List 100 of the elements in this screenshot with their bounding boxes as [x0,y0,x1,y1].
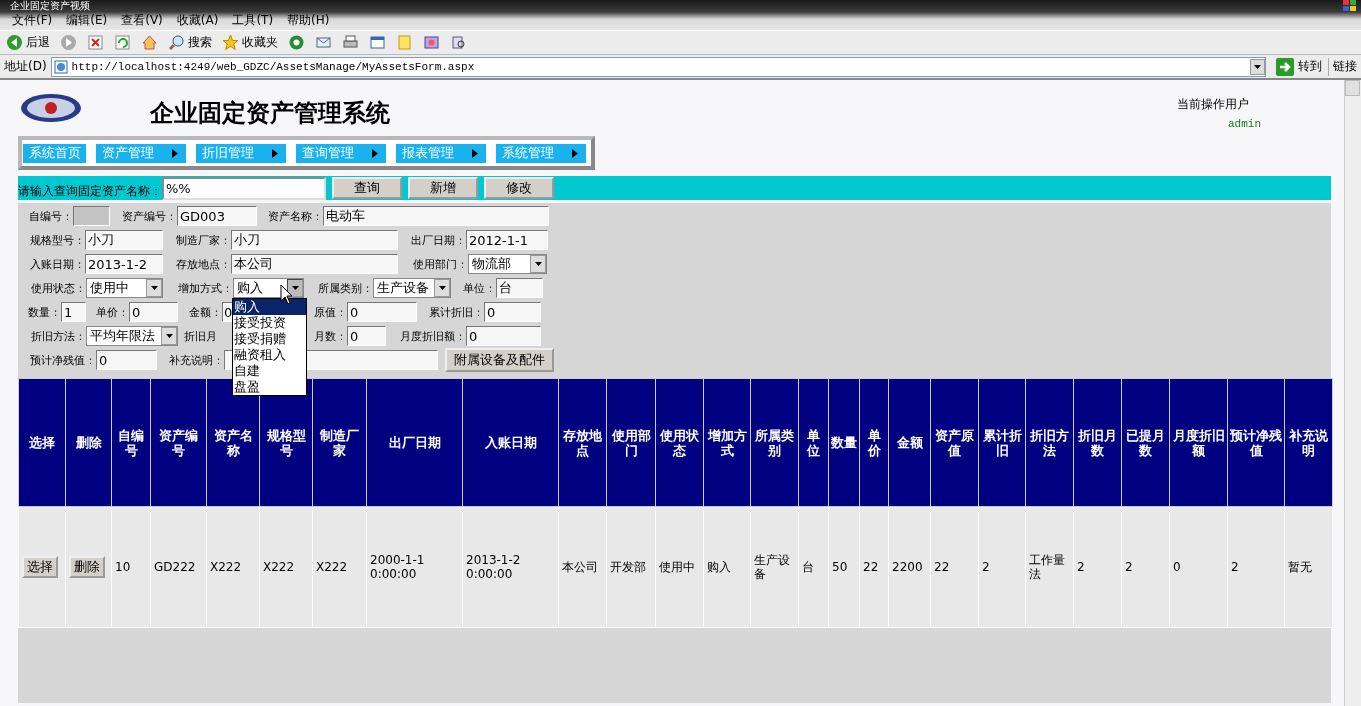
column-header: 删除 [65,378,112,507]
user-label: 当前操作用户 [1177,96,1250,113]
table-cell: 2200 [888,506,931,628]
back-button[interactable]: 后退 [4,33,52,52]
input-field[interactable]: 0 [96,350,157,370]
input-field[interactable]: GD003 [177,206,257,226]
field-label: 资产编号： [121,208,177,224]
dropdown-option[interactable]: 购入 [233,299,306,315]
input-field[interactable]: 0 [466,326,541,346]
search-button[interactable]: 搜索 [166,33,214,52]
dropdown-option[interactable]: 融资租入 [233,347,306,363]
triangle-icon [372,148,378,158]
media-icon[interactable] [288,34,305,51]
field-label: 预计净残值： [29,352,96,368]
menu-item[interactable]: 文件(F) [6,12,59,30]
edit-icon[interactable] [369,34,386,51]
menu-item[interactable]: 编辑(E) [60,12,114,30]
column-header: 月度折旧额 [1169,378,1228,507]
column-header: 自编号 [111,378,151,507]
dropdown-option[interactable]: 接受捐赠 [233,331,306,347]
menu-item[interactable]: 收藏(A) [170,12,225,30]
table-cell: 2013-1-2 0:00:00 [462,506,559,628]
field-label: 存放地点： [175,256,231,272]
field-label: 月度折旧额： [399,328,466,344]
favorites-button[interactable]: 收藏夹 [220,33,280,52]
action-button[interactable]: 查询 [332,177,402,199]
input-field[interactable]: 1 [61,302,86,322]
input-field[interactable]: 台 [496,278,543,298]
input-field[interactable]: 2013-1-2 [85,254,163,274]
action-button[interactable]: 新增 [408,177,478,199]
print-icon[interactable] [342,34,359,51]
table-cell: 使用中 [655,506,704,628]
table-cell: 工作量法 [1025,506,1074,628]
input-field[interactable]: 0 [347,326,386,346]
column-header: 制造厂家 [312,378,367,507]
action-button[interactable]: 修改 [484,177,554,199]
scrollbar[interactable] [1344,80,1361,706]
refresh-icon[interactable] [114,34,131,51]
table-cell: X222 [206,506,260,628]
field-label: 单价： [95,304,129,320]
column-header: 金额 [888,378,931,507]
menu-item[interactable]: 帮助(H) [281,12,336,30]
table-cell: GD222 [150,506,207,628]
column-header: 折旧方法 [1025,378,1074,507]
dropdown-field[interactable]: 平均年限法 [86,326,178,346]
input-field[interactable]: 0 [222,302,233,322]
field-label: 入账日期： [29,256,85,272]
input-field[interactable]: 小刀 [231,230,398,250]
row-action-button[interactable]: 删除 [69,556,105,578]
page-icon [53,59,68,74]
column-header: 已提月数 [1121,378,1170,507]
input-field[interactable]: 2012-1-1 [466,230,548,250]
address-label: 地址(D) [4,58,47,75]
table-cell: 22 [930,506,979,628]
table-cell: 10 [111,506,151,628]
column-header: 数量 [828,378,860,507]
table-cell: 生产设备 [750,506,799,628]
triangle-icon [472,148,478,158]
triangle-icon [572,148,578,158]
research-icon[interactable] [450,34,467,51]
triangle-icon [172,148,178,158]
go-button[interactable]: 转到 [1270,57,1329,76]
address-field[interactable]: http://localhost:4249/web_GDZC/AssetsManage/MyAssetsForm.aspx [50,56,1266,77]
column-header: 入账日期 [462,378,559,507]
row-action-button[interactable]: 选择 [22,556,58,578]
column-header: 存放地点 [558,378,607,507]
input-field[interactable]: 本公司 [231,254,398,274]
input-field[interactable]: 0 [484,302,541,322]
messenger-icon[interactable] [423,34,440,51]
mail-icon[interactable] [315,34,332,51]
dropdown-field[interactable]: 生产设备 [373,278,451,298]
home-icon[interactable] [141,34,158,51]
field-label: 折旧月 [184,328,218,344]
dropdown-field[interactable]: 使用中 [86,278,163,298]
input-field[interactable]: 小刀 [85,230,163,250]
search-field[interactable]: %% [162,176,326,200]
column-header: 选择 [18,378,66,507]
table-cell: 台 [798,506,829,628]
field-label: 增加方式： [177,280,233,296]
links-button[interactable]: 链接 [1333,58,1357,75]
dropdown-option[interactable]: 接受投资 [233,315,306,331]
table-cell: 0 [1169,506,1228,628]
window-title: 企业固定资产视频 [10,0,90,12]
field-label: 原值： [313,304,347,320]
field-label: 资产名称： [267,208,323,224]
dropdown-option[interactable]: 自建 [233,363,306,379]
menu-item[interactable]: 工具(T) [226,12,280,30]
table-cell: 暂无 [1284,506,1333,628]
menu-item[interactable]: 查看(V) [115,12,169,30]
input-field[interactable]: 电动车 [323,206,549,226]
stop-icon[interactable] [87,34,104,51]
field-label: 使用状态： [30,280,86,296]
dropdown-field[interactable]: 购入 [233,278,304,298]
accessories-button[interactable]: 附属设备及配件 [445,348,554,372]
dropdown-field[interactable]: 物流部 [468,254,547,274]
column-header: 累计折旧 [978,378,1026,507]
input-field[interactable]: 0 [347,302,417,322]
column-header: 单价 [859,378,889,507]
input-field[interactable]: 0 [129,302,178,322]
table-cell: 2000-1-1 0:00:00 [366,506,463,628]
